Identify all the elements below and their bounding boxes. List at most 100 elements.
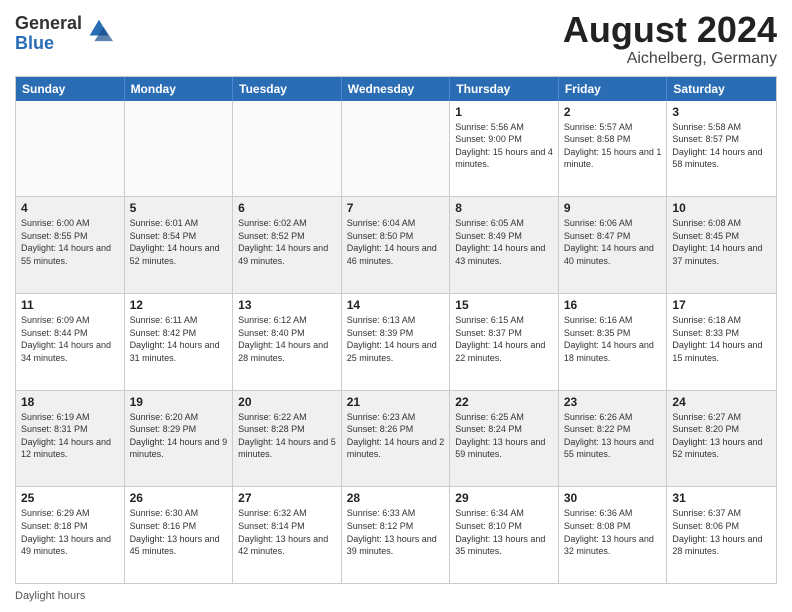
day-number: 5	[130, 201, 228, 215]
day-info: Sunrise: 6:13 AMSunset: 8:39 PMDaylight:…	[347, 314, 445, 364]
logo-blue: Blue	[15, 34, 82, 54]
day-info: Sunrise: 6:05 AMSunset: 8:49 PMDaylight:…	[455, 217, 553, 267]
day-info: Sunrise: 6:25 AMSunset: 8:24 PMDaylight:…	[455, 411, 553, 461]
page: General Blue August 2024 Aichelberg, Ger…	[0, 0, 792, 612]
footer: Daylight hours	[15, 590, 777, 602]
day-number: 3	[672, 105, 771, 119]
logo-text: General Blue	[15, 14, 82, 54]
daylight-hours-label: Daylight hours	[15, 590, 85, 602]
day-info: Sunrise: 6:27 AMSunset: 8:20 PMDaylight:…	[672, 411, 771, 461]
day-info: Sunrise: 6:34 AMSunset: 8:10 PMDaylight:…	[455, 507, 553, 557]
cal-header-cell: Thursday	[450, 77, 559, 101]
calendar-cell: 3 Sunrise: 5:58 AMSunset: 8:57 PMDaylight…	[667, 101, 776, 197]
calendar-cell: 10 Sunrise: 6:08 AMSunset: 8:45 PMDayligh…	[667, 197, 776, 293]
title-location: Aichelberg, Germany	[563, 50, 777, 68]
day-number: 25	[21, 491, 119, 505]
day-number: 10	[672, 201, 771, 215]
calendar-cell: 14Sunrise: 6:13 AMSunset: 8:39 PMDayligh…	[342, 294, 451, 390]
calendar-cell: 30Sunrise: 6:36 AMSunset: 8:08 PMDayligh…	[559, 487, 668, 583]
day-info: Sunrise: 6:19 AMSunset: 8:31 PMDaylight:…	[21, 411, 119, 461]
day-number: 28	[347, 491, 445, 505]
day-number: 2	[564, 105, 662, 119]
day-number: 21	[347, 395, 445, 409]
calendar-body: 1 Sunrise: 5:56 AMSunset: 9:00 PMDaylight…	[16, 101, 776, 583]
calendar-cell: 28 Sunrise: 6:33 AMSunset: 8:12 PMDayligh…	[342, 487, 451, 583]
calendar-cell: 12Sunrise: 6:11 AMSunset: 8:42 PMDayligh…	[125, 294, 234, 390]
calendar-cell: 13 Sunrise: 6:12 AMSunset: 8:40 PMDayligh…	[233, 294, 342, 390]
day-number: 4	[21, 201, 119, 215]
day-info: Sunrise: 6:01 AMSunset: 8:54 PMDaylight:…	[130, 217, 228, 267]
day-number: 8	[455, 201, 553, 215]
calendar-cell: 27Sunrise: 6:32 AMSunset: 8:14 PMDayligh…	[233, 487, 342, 583]
calendar-cell: 16Sunrise: 6:16 AMSunset: 8:35 PMDayligh…	[559, 294, 668, 390]
day-number: 29	[455, 491, 553, 505]
day-info: Sunrise: 6:23 AMSunset: 8:26 PMDaylight:…	[347, 411, 445, 461]
day-info: Sunrise: 5:57 AMSunset: 8:58 PMDaylight:…	[564, 121, 662, 171]
day-info: Sunrise: 6:15 AMSunset: 8:37 PMDaylight:…	[455, 314, 553, 364]
calendar-cell: 7 Sunrise: 6:04 AMSunset: 8:50 PMDaylight…	[342, 197, 451, 293]
calendar-cell: 26Sunrise: 6:30 AMSunset: 8:16 PMDayligh…	[125, 487, 234, 583]
day-number: 1	[455, 105, 553, 119]
day-info: Sunrise: 6:00 AMSunset: 8:55 PMDaylight:…	[21, 217, 119, 267]
calendar-cell: 19Sunrise: 6:20 AMSunset: 8:29 PMDayligh…	[125, 391, 234, 487]
calendar-cell	[16, 101, 125, 197]
day-info: Sunrise: 5:58 AMSunset: 8:57 PMDaylight:…	[672, 121, 771, 171]
calendar-header: SundayMondayTuesdayWednesdayThursdayFrid…	[16, 77, 776, 101]
day-info: Sunrise: 6:04 AMSunset: 8:50 PMDaylight:…	[347, 217, 445, 267]
day-number: 6	[238, 201, 336, 215]
logo-general: General	[15, 14, 82, 34]
day-number: 26	[130, 491, 228, 505]
logo: General Blue	[15, 14, 113, 54]
calendar-cell: 18Sunrise: 6:19 AMSunset: 8:31 PMDayligh…	[16, 391, 125, 487]
day-info: Sunrise: 6:36 AMSunset: 8:08 PMDaylight:…	[564, 507, 662, 557]
calendar-cell: 31 Sunrise: 6:37 AMSunset: 8:06 PMDayligh…	[667, 487, 776, 583]
day-info: Sunrise: 6:33 AMSunset: 8:12 PMDaylight:…	[347, 507, 445, 557]
day-info: Sunrise: 6:29 AMSunset: 8:18 PMDaylight:…	[21, 507, 119, 557]
day-info: Sunrise: 6:37 AMSunset: 8:06 PMDaylight:…	[672, 507, 771, 557]
calendar-cell: 8 Sunrise: 6:05 AMSunset: 8:49 PMDaylight…	[450, 197, 559, 293]
day-number: 7	[347, 201, 445, 215]
day-number: 13	[238, 298, 336, 312]
calendar-row: 25 Sunrise: 6:29 AMSunset: 8:18 PMDayligh…	[16, 487, 776, 583]
day-number: 17	[672, 298, 771, 312]
calendar-cell: 6Sunrise: 6:02 AMSunset: 8:52 PMDaylight…	[233, 197, 342, 293]
cal-header-cell: Wednesday	[342, 77, 451, 101]
title-month: August 2024	[563, 10, 777, 50]
calendar-row: 4 Sunrise: 6:00 AMSunset: 8:55 PMDaylight…	[16, 197, 776, 294]
day-info: Sunrise: 6:06 AMSunset: 8:47 PMDaylight:…	[564, 217, 662, 267]
calendar-cell: 21 Sunrise: 6:23 AMSunset: 8:26 PMDayligh…	[342, 391, 451, 487]
calendar-row: 18Sunrise: 6:19 AMSunset: 8:31 PMDayligh…	[16, 391, 776, 488]
calendar-cell	[342, 101, 451, 197]
calendar-cell: 25 Sunrise: 6:29 AMSunset: 8:18 PMDayligh…	[16, 487, 125, 583]
calendar-cell: 22 Sunrise: 6:25 AMSunset: 8:24 PMDayligh…	[450, 391, 559, 487]
calendar-cell	[233, 101, 342, 197]
calendar-cell: 1 Sunrise: 5:56 AMSunset: 9:00 PMDaylight…	[450, 101, 559, 197]
day-info: Sunrise: 6:16 AMSunset: 8:35 PMDaylight:…	[564, 314, 662, 364]
header: General Blue August 2024 Aichelberg, Ger…	[15, 10, 777, 68]
day-number: 27	[238, 491, 336, 505]
day-number: 22	[455, 395, 553, 409]
cal-header-cell: Tuesday	[233, 77, 342, 101]
day-info: Sunrise: 6:18 AMSunset: 8:33 PMDaylight:…	[672, 314, 771, 364]
calendar-cell: 9 Sunrise: 6:06 AMSunset: 8:47 PMDaylight…	[559, 197, 668, 293]
calendar-cell: 20Sunrise: 6:22 AMSunset: 8:28 PMDayligh…	[233, 391, 342, 487]
calendar-row: 11Sunrise: 6:09 AMSunset: 8:44 PMDayligh…	[16, 294, 776, 391]
calendar-cell: 24 Sunrise: 6:27 AMSunset: 8:20 PMDayligh…	[667, 391, 776, 487]
day-info: Sunrise: 5:56 AMSunset: 9:00 PMDaylight:…	[455, 121, 553, 171]
calendar-cell: 11Sunrise: 6:09 AMSunset: 8:44 PMDayligh…	[16, 294, 125, 390]
calendar-cell: 29 Sunrise: 6:34 AMSunset: 8:10 PMDayligh…	[450, 487, 559, 583]
day-info: Sunrise: 6:08 AMSunset: 8:45 PMDaylight:…	[672, 217, 771, 267]
day-number: 9	[564, 201, 662, 215]
day-info: Sunrise: 6:12 AMSunset: 8:40 PMDaylight:…	[238, 314, 336, 364]
cal-header-cell: Monday	[125, 77, 234, 101]
day-number: 23	[564, 395, 662, 409]
day-number: 24	[672, 395, 771, 409]
cal-header-cell: Friday	[559, 77, 668, 101]
calendar-cell: 2 Sunrise: 5:57 AMSunset: 8:58 PMDaylight…	[559, 101, 668, 197]
calendar-cell: 23Sunrise: 6:26 AMSunset: 8:22 PMDayligh…	[559, 391, 668, 487]
title-block: August 2024 Aichelberg, Germany	[563, 10, 777, 68]
cal-header-cell: Sunday	[16, 77, 125, 101]
day-number: 31	[672, 491, 771, 505]
day-info: Sunrise: 6:09 AMSunset: 8:44 PMDaylight:…	[21, 314, 119, 364]
day-number: 20	[238, 395, 336, 409]
